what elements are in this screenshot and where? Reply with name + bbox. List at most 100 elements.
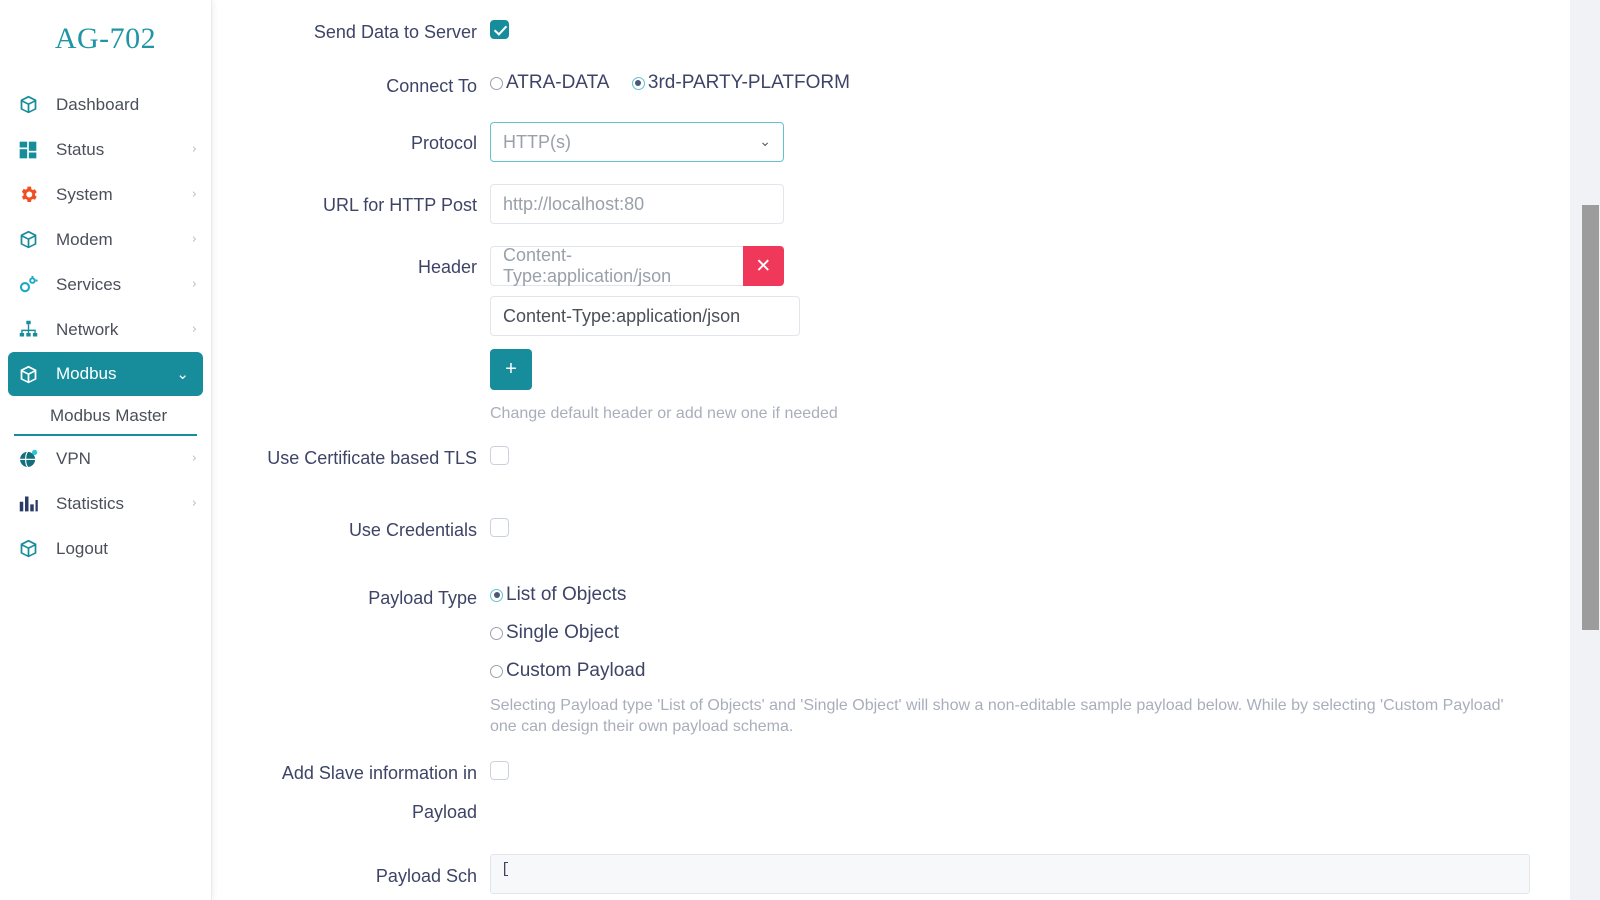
- sidebar-item-label: Dashboard: [56, 94, 140, 114]
- field-label: Header: [417, 257, 477, 277]
- chevron-down-icon: ⌄: [176, 365, 189, 383]
- chevron-right-icon: ›: [191, 142, 197, 157]
- gear-icon: [18, 184, 44, 206]
- field-url-for-http-post: URL for HTTP Post http://localhost:80: [218, 184, 1570, 224]
- radio-label: 3rd-PARTY-PLATFORM: [647, 72, 850, 93]
- field-label: Send Data to Server: [313, 22, 477, 42]
- header-input-2[interactable]: Content-Type:application/json: [490, 296, 800, 336]
- field-payload-schema: Payload Sch [: [218, 854, 1570, 894]
- radio-icon: [490, 76, 503, 90]
- radio-icon: [631, 76, 645, 90]
- radio-label: Custom Payload: [506, 660, 646, 681]
- connect-to-option-3rd-party-platform[interactable]: 3rd-PARTY-PLATFORM: [631, 72, 850, 94]
- cube-icon: [18, 94, 44, 116]
- tls-checkbox[interactable]: [490, 446, 509, 465]
- sidebar-item-label: Modem: [56, 229, 113, 249]
- sidebar-item-label: Modbus: [56, 364, 117, 383]
- field-label: Use Certificate based TLS: [267, 448, 477, 468]
- sidebar-item-label: Status: [56, 139, 105, 159]
- page-scrollbar-thumb[interactable]: [1582, 205, 1599, 630]
- payload-schema-textarea[interactable]: [: [490, 854, 1530, 894]
- chevron-right-icon: ›: [191, 187, 197, 202]
- sidebar-item-system[interactable]: System ›: [0, 172, 211, 217]
- page-scrollbar-track[interactable]: [1570, 0, 1600, 900]
- protocol-selected-value: HTTP(s): [503, 131, 571, 152]
- sidebar-item-label: VPN: [56, 448, 91, 468]
- radio-label: List of Objects: [506, 584, 627, 605]
- sidebar-item-dashboard[interactable]: Dashboard: [0, 82, 211, 127]
- field-label-line-2: Payload: [411, 802, 477, 822]
- grid-icon: [18, 139, 44, 161]
- sidebar-item-statistics[interactable]: Statistics ›: [0, 481, 211, 526]
- field-use-credentials: Use Credentials: [218, 518, 1570, 542]
- field-label: Connect To: [386, 76, 477, 96]
- field-protocol: Protocol HTTP(s) ⌄: [218, 122, 1570, 162]
- field-label-line-1: Add Slave information in: [281, 763, 477, 783]
- send-data-checkbox[interactable]: [490, 20, 509, 39]
- sidebar-item-label: Logout: [56, 538, 108, 558]
- brand-title: AG-702: [54, 22, 157, 55]
- chevron-right-icon: ›: [191, 277, 197, 292]
- chevron-right-icon: ›: [191, 451, 197, 466]
- main-content: Send Data to Server Connect To ATRA-DATA…: [218, 0, 1570, 900]
- cube-icon: [18, 538, 44, 560]
- app-root: AG-702 Dashboard Status › System › Modem…: [0, 0, 1600, 900]
- gears-icon: [18, 274, 44, 296]
- header-input-1[interactable]: Content-Type:application/json: [490, 245, 743, 286]
- payload-type-option-list-of-objects[interactable]: List of Objects: [490, 584, 1570, 606]
- sidebar-nav: Dashboard Status › System › Modem › Serv…: [0, 82, 211, 571]
- sidebar-item-label: Statistics: [56, 493, 125, 513]
- sidebar: AG-702 Dashboard Status › System › Modem…: [0, 0, 212, 900]
- radio-icon: [490, 626, 503, 640]
- credentials-checkbox[interactable]: [490, 518, 509, 537]
- add-slave-checkbox[interactable]: [490, 761, 509, 780]
- radio-label: Single Object: [506, 622, 620, 643]
- connect-to-option-atra-data[interactable]: ATRA-DATA: [490, 72, 609, 94]
- field-label: Add Slave information in Payload: [218, 761, 490, 824]
- chevron-right-icon: ›: [191, 496, 197, 511]
- header-delete-button[interactable]: ✕: [742, 246, 784, 286]
- payload-type-hint: Selecting Payload type 'List of Objects'…: [490, 697, 1504, 735]
- globe-icon: [18, 448, 44, 470]
- barchart-icon: [18, 493, 44, 515]
- sidebar-item-modem[interactable]: Modem ›: [0, 217, 211, 262]
- sitemap-icon: [18, 319, 44, 341]
- sidebar-item-logout[interactable]: Logout: [0, 526, 211, 571]
- protocol-select[interactable]: HTTP(s) ⌄: [490, 122, 784, 162]
- field-payload-type: Payload Type List of Objects Single Obje…: [218, 584, 1570, 737]
- chevron-right-icon: ›: [191, 232, 197, 247]
- sidebar-item-modbus-master[interactable]: Modbus Master: [14, 400, 197, 436]
- chevron-right-icon: ›: [191, 322, 197, 337]
- header-add-button[interactable]: +: [490, 349, 532, 390]
- field-add-slave-information: Add Slave information in Payload: [218, 761, 1570, 824]
- sidebar-item-network[interactable]: Network ›: [0, 307, 211, 352]
- field-label: Protocol: [410, 133, 477, 153]
- cube-icon: [18, 229, 44, 251]
- url-input[interactable]: http://localhost:80: [490, 184, 784, 224]
- modbus-master-form: Send Data to Server Connect To ATRA-DATA…: [218, 0, 1570, 894]
- radio-icon: [490, 664, 503, 678]
- field-header: Header Content-Type:application/json ✕ C…: [218, 245, 1570, 424]
- sidebar-item-services[interactable]: Services ›: [0, 262, 211, 307]
- field-label: Payload Sch: [375, 866, 477, 886]
- radio-label: ATRA-DATA: [506, 72, 610, 93]
- payload-type-option-custom-payload[interactable]: Custom Payload: [490, 660, 1570, 682]
- field-label: URL for HTTP Post: [322, 195, 477, 215]
- payload-type-option-single-object[interactable]: Single Object: [490, 622, 1570, 644]
- field-send-data-to-server: Send Data to Server: [218, 20, 1570, 44]
- sidebar-item-label: Network: [56, 319, 119, 339]
- sidebar-item-label: System: [56, 184, 113, 204]
- field-label: Use Credentials: [348, 520, 477, 540]
- field-use-certificate-based-tls: Use Certificate based TLS: [218, 446, 1570, 470]
- header-hint: Change default header or add new one if …: [490, 405, 838, 422]
- chevron-down-icon: ⌄: [759, 134, 771, 150]
- header-row: Content-Type:application/json ✕: [490, 245, 784, 286]
- field-label: Payload Type: [368, 588, 477, 608]
- sidebar-item-status[interactable]: Status ›: [0, 127, 211, 172]
- sidebar-item-modbus[interactable]: Modbus ⌄: [8, 352, 203, 396]
- field-connect-to: Connect To ATRA-DATA 3rd-PARTY-PLATFORM: [218, 72, 1570, 98]
- sidebar-item-label: Services: [56, 274, 122, 294]
- cube-icon: [18, 363, 44, 385]
- sidebar-item-vpn[interactable]: VPN ›: [0, 436, 211, 481]
- radio-icon: [490, 588, 503, 602]
